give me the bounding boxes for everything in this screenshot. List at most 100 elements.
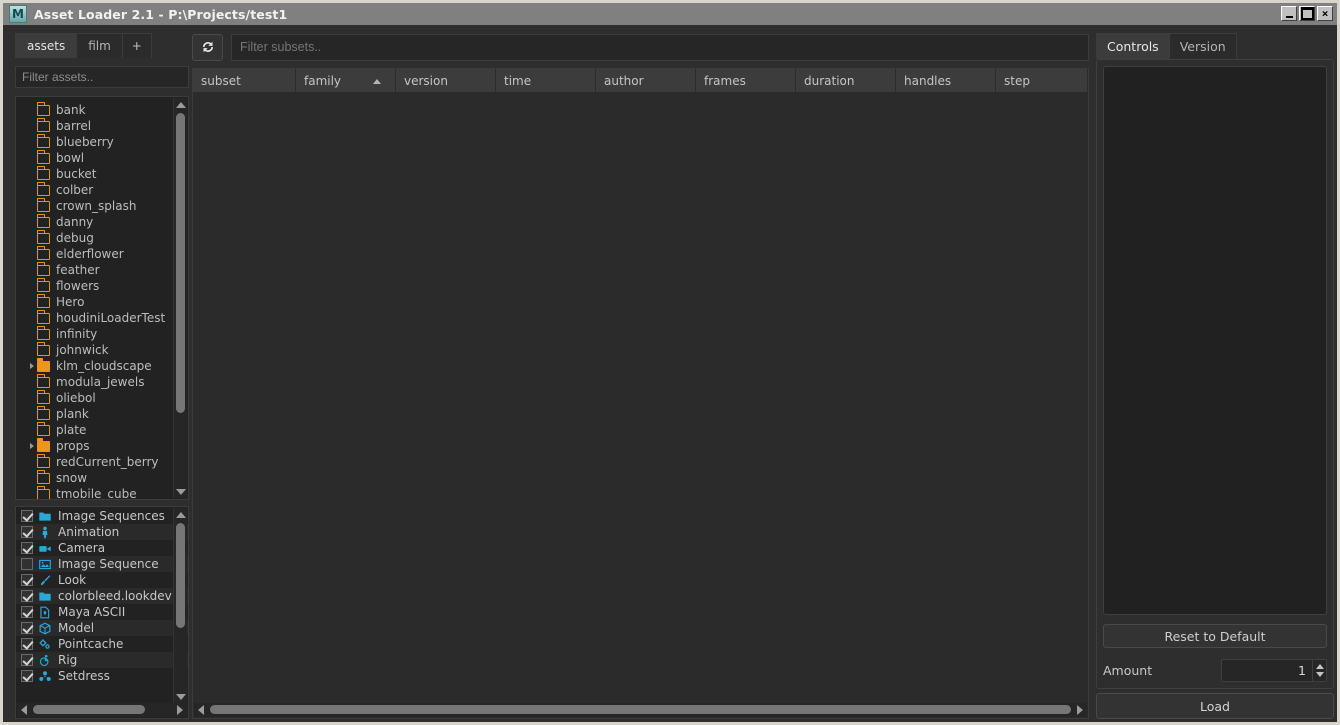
family-filter-item[interactable]: Pointcache [16,636,188,652]
family-filter-item[interactable]: Camera [16,540,188,556]
asset-tree-item[interactable]: Hero [16,294,188,310]
scroll-right-icon[interactable] [1073,703,1087,717]
family-checkbox[interactable] [21,590,33,602]
refresh-button[interactable] [192,33,223,61]
asset-tree-item[interactable]: blueberry [16,134,188,150]
tab-film[interactable]: film [76,33,123,58]
column-header-frames[interactable]: frames [696,69,796,92]
family-filter-item[interactable]: Animation [16,524,188,540]
hscrollbar-thumb[interactable] [210,705,1071,714]
load-button[interactable]: Load [1096,693,1334,719]
family-checkbox[interactable] [21,510,33,522]
asset-tree-item[interactable]: redCurrent_berry [16,454,188,470]
family-list-hscrollbar[interactable] [17,703,187,717]
asset-tree-item[interactable]: johnwick [16,342,188,358]
scrollbar-track[interactable] [174,521,188,690]
family-filter-item[interactable]: colorbleed.lookdev [16,588,188,604]
family-filter-item[interactable]: Setdress [16,668,188,684]
hscrollbar-thumb[interactable] [33,705,145,714]
stepper-down-icon[interactable] [1315,671,1324,677]
column-header-author[interactable]: author [596,69,696,92]
maximize-button[interactable] [1299,6,1315,21]
asset-tree-item[interactable]: props [16,437,188,454]
family-checkbox[interactable] [21,542,33,554]
asset-tree-item[interactable]: oliebol [16,390,188,406]
hscrollbar-track[interactable] [31,703,173,717]
tab-version[interactable]: Version [1168,33,1237,59]
tab-assets[interactable]: assets [15,33,78,58]
scroll-left-icon[interactable] [194,703,208,717]
asset-tree-item[interactable]: plank [16,406,188,422]
asset-tree-item[interactable]: debug [16,230,188,246]
asset-tree-item[interactable]: bowl [16,150,188,166]
asset-tree-item[interactable]: bucket [16,166,188,182]
add-tab-button[interactable]: + [121,33,152,58]
table-hscrollbar[interactable] [194,703,1087,717]
column-header-handles[interactable]: handles [896,69,996,92]
asset-tree-item[interactable]: elderflower [16,246,188,262]
asset-tree-item[interactable]: klm_cloudscape [16,357,188,374]
subset-table[interactable]: subset family version time author frames durat… [192,68,1089,719]
family-filter-item[interactable]: Rig [16,652,188,668]
family-filter-item[interactable]: Image Sequence [16,556,188,572]
scrollbar-thumb[interactable] [175,523,185,628]
asset-tree-item[interactable]: tmobile_cube [16,486,188,499]
asset-tree[interactable]: bank barrel blueberry bowl bucket colber crown… [15,96,189,500]
stepper-up-icon[interactable] [1315,663,1324,669]
asset-tree-item[interactable]: flowers [16,278,188,294]
family-filter-item[interactable]: Maya ASCII [16,604,188,620]
reset-to-default-button[interactable]: Reset to Default [1103,624,1327,648]
amount-spinner-buttons[interactable] [1312,659,1326,681]
column-header-version[interactable]: version [396,69,496,92]
asset-tree-item[interactable]: houdiniLoaderTest [16,310,188,326]
tab-controls[interactable]: Controls [1096,33,1170,59]
hscrollbar-track[interactable] [208,703,1073,717]
close-button[interactable]: × [1317,6,1333,21]
family-filter-list[interactable]: Image Sequences Animation Camera Image Sequ… [15,506,189,719]
table-body[interactable] [193,93,1088,699]
scrollbar-thumb[interactable] [175,113,185,413]
expand-arrow-icon[interactable] [26,443,37,449]
column-header-time[interactable]: time [496,69,596,92]
family-checkbox[interactable] [21,654,33,666]
column-header-family[interactable]: family [296,69,396,92]
family-checkbox[interactable] [21,622,33,634]
asset-tree-item[interactable]: infinity [16,326,188,342]
scroll-up-icon[interactable] [174,508,188,521]
scrollbar-track[interactable] [174,111,188,485]
asset-tree-item[interactable]: plate [16,422,188,438]
column-header-subset[interactable]: subset [193,69,296,92]
scroll-down-icon[interactable] [174,485,188,498]
asset-tree-item[interactable]: crown_splash [16,198,188,214]
minimize-button[interactable] [1281,6,1297,21]
asset-tree-item[interactable]: modula_jewels [16,374,188,390]
family-checkbox[interactable] [21,526,33,538]
family-checkbox[interactable] [21,670,33,682]
amount-value[interactable]: 1 [1222,663,1312,678]
family-checkbox[interactable] [21,606,33,618]
expand-arrow-icon[interactable] [26,363,37,369]
asset-tree-scrollbar[interactable] [173,98,187,498]
family-filter-item[interactable]: Image Sequences [16,508,188,524]
asset-tree-item[interactable]: barrel [16,118,188,134]
family-filter-item[interactable]: Look [16,572,188,588]
amount-stepper[interactable]: 1 [1221,658,1327,682]
options-area[interactable] [1103,66,1327,615]
family-checkbox[interactable] [21,574,33,586]
family-checkbox[interactable] [21,558,33,570]
scroll-up-icon[interactable] [174,98,188,111]
column-header-duration[interactable]: duration [796,69,896,92]
family-filter-item[interactable]: Model [16,620,188,636]
scroll-down-icon[interactable] [174,690,188,703]
scroll-right-icon[interactable] [173,703,187,717]
subset-filter-input[interactable] [231,33,1089,61]
family-checkbox[interactable] [21,638,33,650]
asset-tree-item[interactable]: colber [16,182,188,198]
asset-tree-item[interactable]: danny [16,214,188,230]
family-list-scrollbar[interactable] [173,508,187,703]
asset-tree-item[interactable]: snow [16,470,188,486]
scroll-left-icon[interactable] [17,703,31,717]
asset-filter-input[interactable] [15,66,189,88]
asset-tree-item[interactable]: feather [16,262,188,278]
asset-tree-item[interactable]: bank [16,102,188,118]
